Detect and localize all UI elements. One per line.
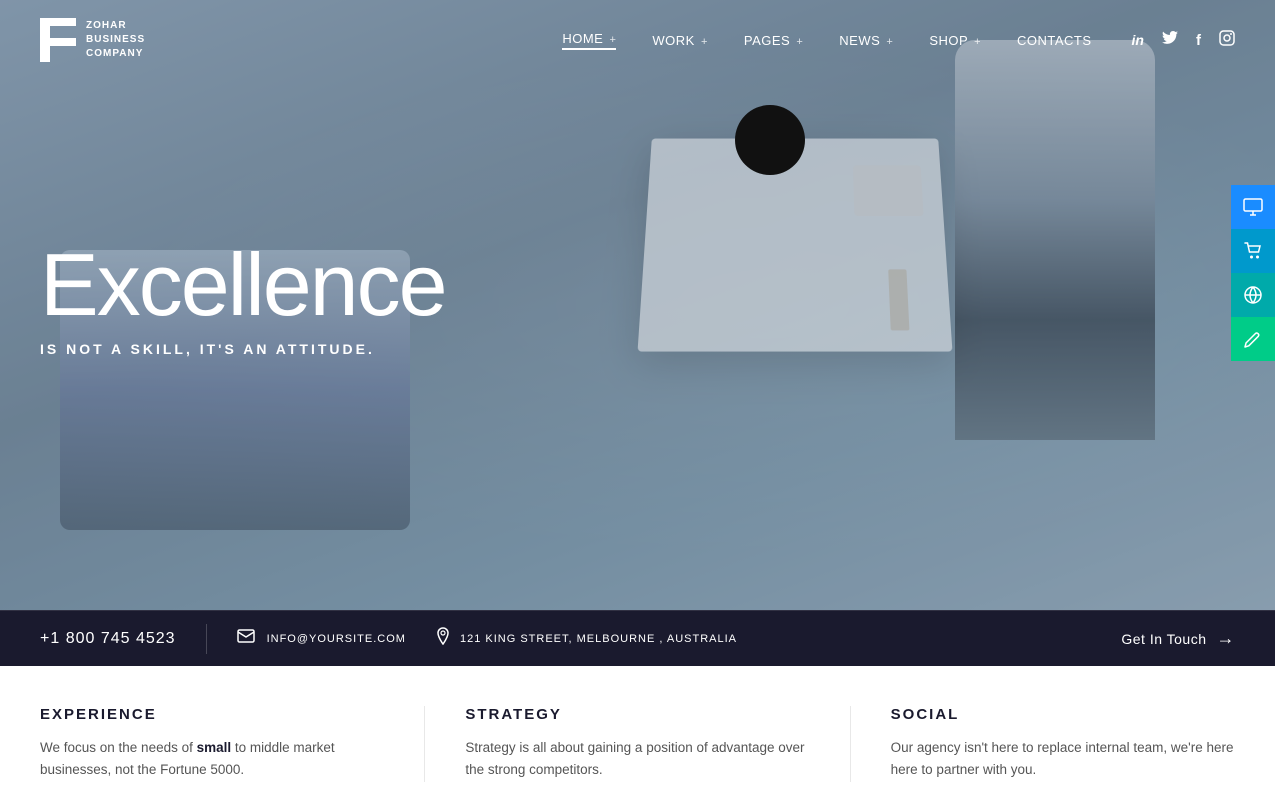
info-text-strategy: Strategy is all about gaining a position…	[465, 737, 809, 782]
lamp-visual	[735, 105, 805, 175]
cta-arrow-icon: →	[1217, 628, 1236, 649]
contact-address-text: 121 KING STREET, MELBOURNE , AUSTRALIA	[460, 633, 737, 645]
social-icons: in f	[1132, 30, 1235, 50]
contact-email-text: INFO@YOURSITE.COM	[267, 633, 406, 645]
info-col-strategy: STRATEGY Strategy is all about gaining a…	[424, 706, 849, 782]
info-text-social: Our agency isn't here to replace interna…	[891, 737, 1235, 782]
contact-divider	[206, 624, 207, 654]
linkedin-icon[interactable]: in	[1132, 32, 1144, 48]
hero-content: Excellence IS NOT A SKILL, IT'S AN ATTIT…	[40, 241, 446, 357]
contact-email-wrap: INFO@YOURSITE.COM	[237, 629, 406, 648]
pin-icon	[436, 627, 450, 650]
contact-cta[interactable]: Get In Touch →	[1121, 628, 1235, 649]
info-col-experience: EXPERIENCE We focus on the needs of smal…	[40, 706, 424, 782]
instagram-icon[interactable]	[1219, 30, 1235, 50]
nav-contacts[interactable]: CONTACTS	[1017, 33, 1092, 48]
email-icon	[237, 629, 255, 648]
logo-text: ZOHAR BUSINESS COMPANY	[86, 19, 145, 61]
nav-pages[interactable]: PAGES +	[744, 33, 803, 48]
info-section: EXPERIENCE We focus on the needs of smal…	[0, 666, 1275, 802]
nav-news[interactable]: NEWS +	[839, 33, 893, 48]
info-col-social: SOCIAL Our agency isn't here to replace …	[850, 706, 1235, 782]
info-title-experience: EXPERIENCE	[40, 706, 384, 723]
sidebar-btn-edit[interactable]	[1231, 317, 1275, 361]
info-title-strategy: STRATEGY	[465, 706, 809, 723]
logo[interactable]: ZOHAR BUSINESS COMPANY	[40, 18, 145, 62]
info-text-experience: We focus on the needs of small to middle…	[40, 737, 384, 782]
contact-phone: +1 800 745 4523	[40, 630, 176, 648]
nav-home[interactable]: HOME +	[562, 31, 616, 50]
hero-title: Excellence	[40, 241, 446, 329]
nav-work[interactable]: WORK +	[652, 33, 708, 48]
logo-icon	[40, 18, 76, 62]
contact-bar: +1 800 745 4523 INFO@YOURSITE.COM 121 KI…	[0, 610, 1275, 666]
sidebar-btn-globe[interactable]	[1231, 273, 1275, 317]
sidebar-float	[1231, 185, 1275, 361]
twitter-icon[interactable]	[1162, 31, 1178, 49]
sidebar-btn-cart[interactable]	[1231, 229, 1275, 273]
hero-section: Excellence IS NOT A SKILL, IT'S AN ATTIT…	[0, 0, 1275, 610]
contact-address-wrap: 121 KING STREET, MELBOURNE , AUSTRALIA	[436, 627, 737, 650]
sidebar-btn-monitor[interactable]	[1231, 185, 1275, 229]
hero-subtitle: IS NOT A SKILL, IT'S AN ATTITUDE.	[40, 341, 446, 357]
info-title-social: SOCIAL	[891, 706, 1235, 723]
main-nav: HOME + WORK + PAGES + NEWS + SHOP + CONT…	[562, 31, 1091, 50]
header: ZOHAR BUSINESS COMPANY HOME + WORK + PAG…	[0, 0, 1275, 80]
nav-shop[interactable]: SHOP +	[929, 33, 981, 48]
facebook-icon[interactable]: f	[1196, 32, 1201, 49]
